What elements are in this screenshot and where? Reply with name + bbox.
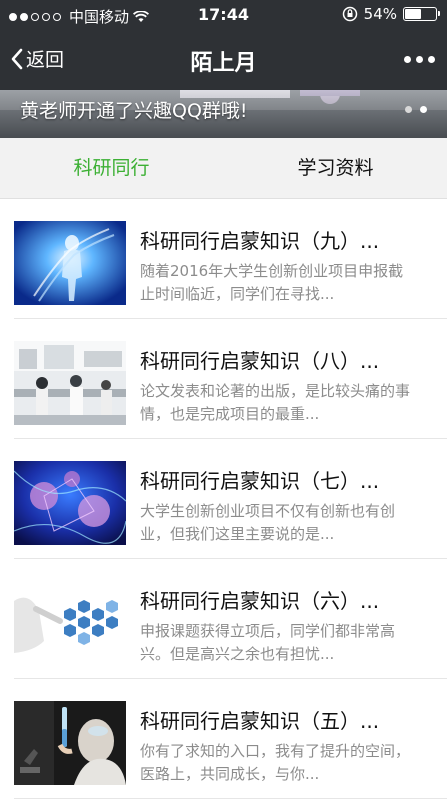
medical-hexagon-image — [14, 581, 126, 665]
back-button[interactable]: 返回 — [10, 45, 64, 72]
carousel-dot-active[interactable] — [420, 106, 427, 113]
more-dot-icon — [428, 56, 435, 63]
navigation-bar: 返回 陌上月 — [0, 30, 447, 90]
battery-percent: 54% — [363, 5, 397, 23]
tab-research-peers[interactable]: 科研同行 — [0, 138, 223, 198]
tab-study-materials[interactable]: 学习资料 — [224, 138, 447, 198]
more-dot-icon — [416, 56, 423, 63]
article-title: 科研同行启蒙知识（七）... — [140, 469, 380, 493]
article-summary: 论文发表和论著的出版，是比较头痛的事情，也是完成项目的最重... — [140, 382, 411, 423]
more-options-button[interactable] — [404, 56, 435, 63]
laboratory-image — [14, 341, 126, 425]
carousel-indicator — [405, 106, 427, 113]
article-title: 科研同行启蒙知识（九）... — [140, 229, 380, 253]
page-title: 陌上月 — [190, 51, 257, 76]
article-item[interactable]: 科研同行启蒙知识（八）... 论文发表和论著的出版，是比较头痛的事情，也是完成项… — [14, 319, 447, 439]
chevron-left-icon — [11, 48, 23, 69]
article-item[interactable]: 科研同行启蒙知识（五）... 你有了求知的入口，我有了提升的空间，医路上，共同成… — [14, 679, 447, 799]
neuron-network-image — [14, 461, 126, 545]
article-summary: 随着2016年大学生创新创业项目申报截止时间临近，同学们在寻找... — [140, 262, 404, 303]
article-list: 科研同行启蒙知识（九）... 随着2016年大学生创新创业项目申报截止时间临近，… — [0, 199, 447, 799]
carousel-dot[interactable] — [405, 106, 412, 113]
article-title: 科研同行启蒙知识（五）... — [140, 709, 380, 733]
battery-icon — [403, 7, 440, 21]
article-item[interactable]: 科研同行启蒙知识（九）... 随着2016年大学生创新创业项目申报截止时间临近，… — [14, 199, 447, 319]
banner-caption: 黄老师开通了兴趣QQ群哦! — [20, 100, 248, 122]
scientist-test-tube-image — [14, 701, 126, 785]
article-summary: 申报课题获得立项后，同学们都非常高兴。但是高兴之余也有担忧... — [140, 622, 396, 663]
article-title: 科研同行启蒙知识（八）... — [140, 349, 380, 373]
article-item[interactable]: 科研同行启蒙知识（七）... 大学生创新创业项目不仅有创新也有创业，但我们这里主… — [14, 439, 447, 559]
article-summary: 大学生创新创业项目不仅有创新也有创业，但我们这里主要说的是... — [140, 502, 396, 543]
more-dot-icon — [404, 56, 411, 63]
back-label: 返回 — [26, 49, 65, 71]
status-bar: 中国移动 17:44 54% — [0, 0, 447, 30]
article-summary: 你有了求知的入口，我有了提升的空间，医路上，共同成长，与你... — [140, 742, 411, 783]
banner-carousel[interactable]: 黄老师开通了兴趣QQ群哦! — [0, 90, 447, 138]
dna-figure-image — [14, 221, 126, 305]
article-item[interactable]: 科研同行启蒙知识（六）... 申报课题获得立项后，同学们都非常高兴。但是高兴之余… — [14, 559, 447, 679]
orientation-lock-icon — [342, 6, 357, 22]
article-title: 科研同行启蒙知识（六）... — [140, 589, 380, 613]
tab-bar: 科研同行 学习资料 — [0, 138, 447, 199]
battery-area: 54% — [342, 5, 440, 23]
